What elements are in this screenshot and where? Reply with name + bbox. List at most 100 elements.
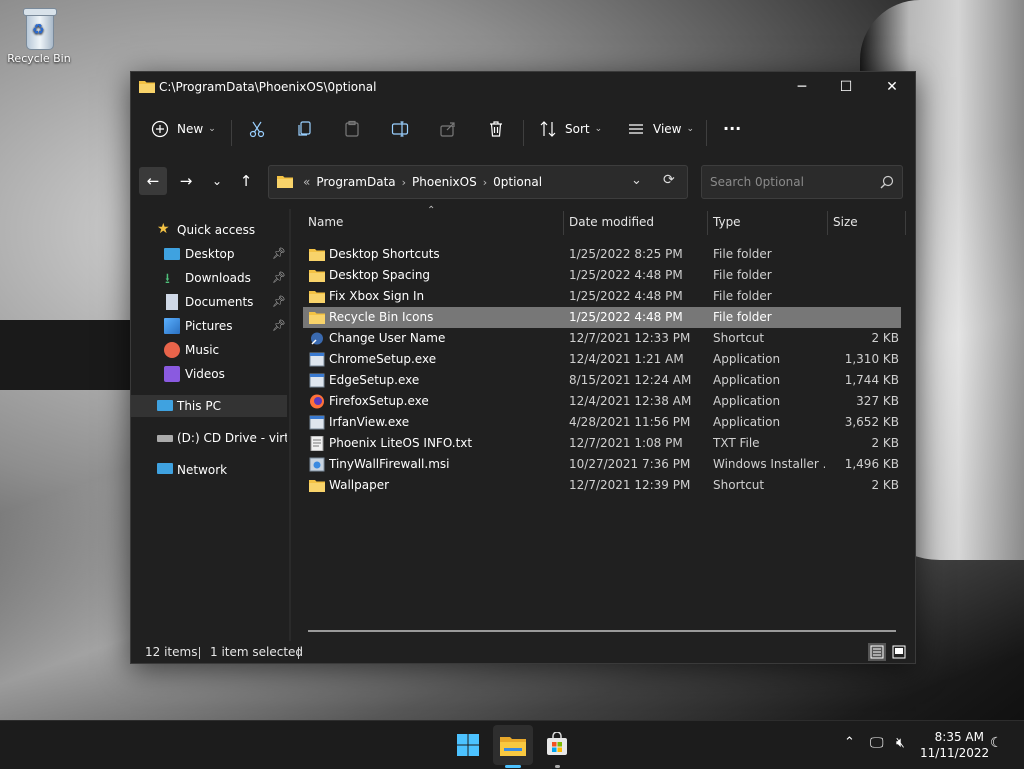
- table-row[interactable]: Recycle Bin Icons 1/25/2022 4:48 PM File f…: [303, 307, 901, 328]
- desktop-recycle-bin[interactable]: ♻ Recycle Bin: [6, 6, 72, 65]
- table-row[interactable]: Phoenix LiteOS INFO.txt 12/7/2021 1:08 PM…: [303, 433, 901, 454]
- copy-button[interactable]: [296, 114, 314, 144]
- tiles-view-icon: [892, 645, 906, 659]
- file-name: ChromeSetup.exe: [329, 352, 437, 366]
- arrow-right-icon: →: [179, 172, 193, 190]
- column-header-date[interactable]: Date modified: [569, 215, 654, 229]
- sort-button[interactable]: Sort ⌄: [539, 114, 602, 144]
- nav-label: Quick access: [177, 223, 256, 237]
- nav-this-pc[interactable]: This PC: [131, 395, 287, 417]
- more-options-button[interactable]: ···: [723, 114, 741, 144]
- cut-button[interactable]: [248, 114, 266, 144]
- forward-button[interactable]: →: [172, 167, 200, 195]
- table-row[interactable]: FirefoxSetup.exe 12/4/2021 12:38 AM Applic…: [303, 391, 901, 412]
- pin-icon[interactable]: 📌︎: [272, 319, 286, 332]
- minimize-button[interactable]: ─: [779, 72, 825, 102]
- file-type: Shortcut: [713, 331, 765, 345]
- nav-item-desktop[interactable]: Desktop 📌︎: [131, 243, 287, 265]
- table-row[interactable]: EdgeSetup.exe 8/15/2021 12:24 AM Applicati…: [303, 370, 901, 391]
- pin-icon[interactable]: 📌︎: [272, 247, 286, 260]
- address-dropdown-icon[interactable]: ⌄: [631, 173, 642, 188]
- view-label: View: [653, 122, 682, 136]
- arrow-left-icon: ←: [146, 172, 160, 190]
- column-divider[interactable]: [563, 211, 564, 235]
- column-divider[interactable]: [905, 211, 906, 235]
- column-header-size[interactable]: Size: [833, 215, 858, 229]
- navigation-row: ← → ⌄ ↑ « ProgramData › PhoenixOS › 0ptional …: [131, 165, 915, 201]
- column-divider[interactable]: [707, 211, 708, 235]
- pane-splitter[interactable]: [289, 209, 291, 641]
- new-button[interactable]: New ⌄: [151, 114, 216, 144]
- table-row[interactable]: Wallpaper 12/7/2021 12:39 PM Shortcut 2 KB: [303, 475, 901, 496]
- nav-item-downloads[interactable]: ⭳ Downloads 📌︎: [131, 267, 287, 289]
- table-row[interactable]: IrfanView.exe 4/28/2021 11:56 PM Applicati…: [303, 412, 901, 433]
- pin-icon[interactable]: 📌︎: [272, 271, 286, 284]
- recent-locations-button[interactable]: ⌄: [203, 167, 231, 195]
- nav-item-videos[interactable]: Videos: [131, 363, 287, 385]
- maximize-button[interactable]: ☐: [823, 72, 869, 102]
- folder-icon: [139, 81, 155, 93]
- focus-assist-icon[interactable]: ☾: [990, 735, 1003, 751]
- tiles-view-button[interactable]: [890, 643, 908, 661]
- table-row[interactable]: Fix Xbox Sign In 1/25/2022 4:48 PM File fo…: [303, 286, 901, 307]
- rename-icon: [391, 121, 409, 137]
- store-icon: [547, 732, 567, 755]
- arrow-up-icon: ↑: [239, 172, 253, 190]
- up-button[interactable]: ↑: [232, 167, 260, 195]
- application-icon: [309, 373, 325, 388]
- nav-network[interactable]: Network: [131, 459, 287, 481]
- horizontal-scrollbar[interactable]: [308, 630, 896, 632]
- taskbar-store[interactable]: [537, 725, 577, 768]
- breadcrumb-item[interactable]: PhoenixOS: [412, 175, 477, 189]
- file-name: FirefoxSetup.exe: [329, 394, 429, 408]
- breadcrumb-item[interactable]: 0ptional: [493, 175, 542, 189]
- column-header-type[interactable]: Type: [713, 215, 741, 229]
- breadcrumb-overflow[interactable]: «: [303, 175, 310, 189]
- file-size: 327 KB: [856, 394, 899, 408]
- network-icon: [157, 463, 173, 474]
- details-view-button[interactable]: [868, 643, 886, 661]
- music-icon: [164, 342, 180, 358]
- taskbar: ⌃ 🖵︎ 🔇︎ 8:35 AM 11/11/2022 ☾: [0, 720, 1024, 769]
- chevron-right-icon[interactable]: ›: [483, 176, 487, 189]
- view-button[interactable]: View ⌄: [627, 114, 694, 144]
- column-divider[interactable]: [827, 211, 828, 235]
- search-box[interactable]: Search 0ptional: [701, 165, 903, 199]
- nav-item-pictures[interactable]: Pictures 📌︎: [131, 315, 287, 337]
- title-bar[interactable]: C:\ProgramData\PhoenixOS\0ptional ─ ☐ ✕: [131, 72, 915, 102]
- table-row[interactable]: ChromeSetup.exe 12/4/2021 1:21 AM Applicat…: [303, 349, 901, 370]
- pin-icon[interactable]: 📌︎: [272, 295, 286, 308]
- file-date-modified: 10/27/2021 7:36 PM: [569, 457, 691, 471]
- table-row[interactable]: TinyWallFirewall.msi 10/27/2021 7:36 PM Wi…: [303, 454, 901, 475]
- nav-item-music[interactable]: Music: [131, 339, 287, 361]
- table-row[interactable]: Desktop Spacing 1/25/2022 4:48 PM File fol…: [303, 265, 901, 286]
- start-button[interactable]: [448, 725, 488, 765]
- share-button[interactable]: [439, 114, 457, 144]
- breadcrumb-item[interactable]: ProgramData: [316, 175, 395, 189]
- file-size: 1,496 KB: [844, 457, 899, 471]
- table-row[interactable]: Desktop Shortcuts 1/25/2022 8:25 PM File f…: [303, 244, 901, 265]
- clock[interactable]: 8:35 AM 11/11/2022: [920, 729, 989, 761]
- column-header-name[interactable]: Name: [308, 215, 343, 229]
- paste-button[interactable]: [343, 114, 361, 144]
- nav-item-documents[interactable]: Documents 📌︎: [131, 291, 287, 313]
- rename-button[interactable]: [391, 114, 409, 144]
- refresh-icon[interactable]: ⟳: [663, 172, 675, 188]
- file-date-modified: 12/4/2021 12:38 AM: [569, 394, 692, 408]
- close-button[interactable]: ✕: [869, 72, 915, 102]
- file-size: 2 KB: [871, 478, 899, 492]
- taskbar-file-explorer[interactable]: [493, 725, 533, 768]
- file-type: File folder: [713, 310, 772, 324]
- chevron-right-icon[interactable]: ›: [402, 176, 406, 189]
- table-row[interactable]: Change User Name 12/7/2021 12:33 PM Shortc…: [303, 328, 901, 349]
- show-hidden-icons-icon[interactable]: ⌃: [844, 735, 855, 750]
- delete-button[interactable]: [487, 114, 505, 144]
- nav-cd-drive[interactable]: (D:) CD Drive - virtio-: [131, 427, 287, 449]
- address-bar[interactable]: « ProgramData › PhoenixOS › 0ptional ⌄ ⟳: [268, 165, 688, 199]
- file-date-modified: 12/7/2021 12:33 PM: [569, 331, 691, 345]
- network-status-icon[interactable]: 🖵︎: [870, 735, 884, 751]
- nav-quick-access[interactable]: ★ Quick access: [131, 219, 287, 241]
- back-button[interactable]: ←: [139, 167, 167, 195]
- volume-muted-icon[interactable]: 🔇︎: [896, 735, 905, 751]
- file-size: 1,310 KB: [844, 352, 899, 366]
